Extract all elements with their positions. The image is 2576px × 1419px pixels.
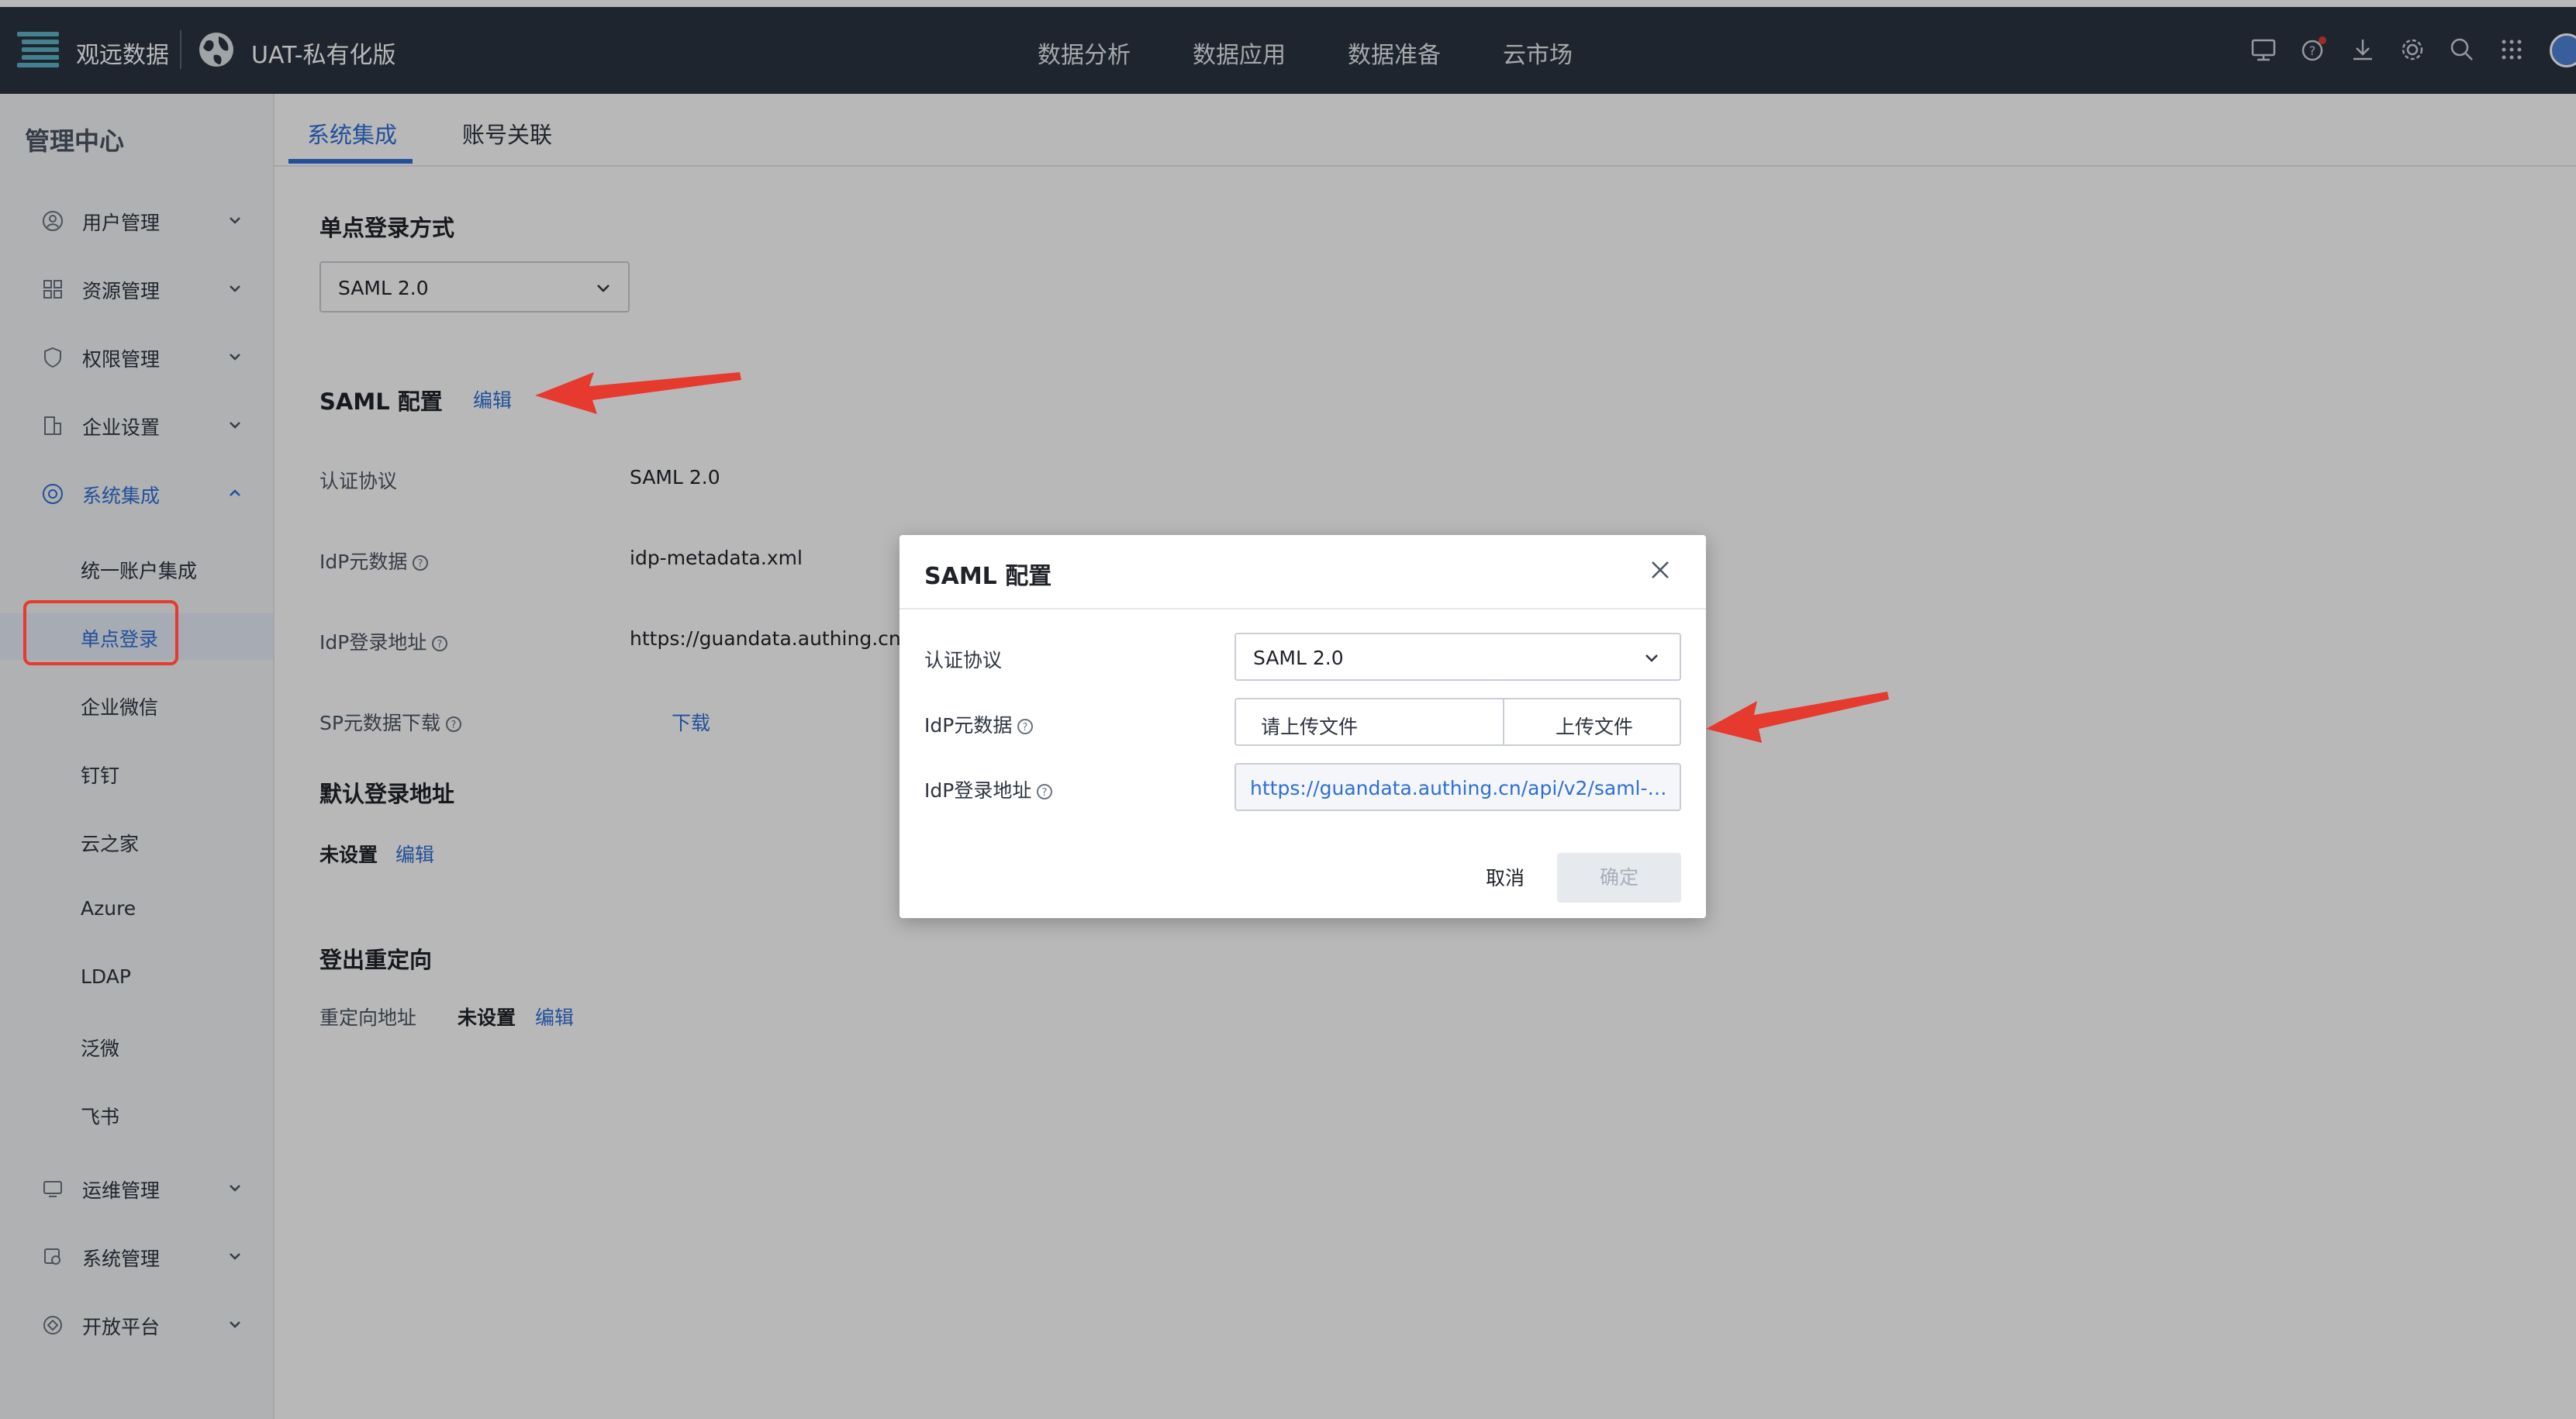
idp-login-url: https://guandata.authing.cn/api/v2/saml-… [1250,777,1669,799]
modal-idp-login-input[interactable]: https://guandata.authing.cn/api/v2/saml-… [1234,763,1681,811]
modal-title: SAML 配置 [924,563,1052,590]
modal-header: SAML 配置 [900,535,1706,609]
modal-protocol-value: SAML 2.0 [1253,647,1344,669]
modal-protocol-select[interactable]: SAML 2.0 [1234,633,1681,681]
close-icon[interactable] [1647,557,1673,583]
modal-idp-metadata-label: IdP元数据? [924,710,1034,738]
help-circle-icon: ? [1017,719,1034,734]
svg-text:?: ? [1023,722,1028,734]
upload-button-text: 上传文件 [1556,716,1634,738]
modal-label-text: IdP元数据 [924,714,1013,737]
svg-text:?: ? [1042,787,1048,799]
modal-protocol-label: 认证协议 [924,649,1003,672]
upload-placeholder-text: 请上传文件 [1261,716,1359,738]
upload-placeholder: 请上传文件 [1236,699,1504,744]
help-circle-icon: ? [1037,784,1053,799]
modal-idp-login-label: IdP登录地址? [924,775,1053,803]
chevron-down-icon [1645,654,1658,662]
confirm-button[interactable]: 确定 [1557,853,1681,903]
upload-file-button[interactable]: 上传文件 [1504,699,1680,744]
cancel-button[interactable]: 取消 [1453,855,1557,903]
saml-config-modal: SAML 配置 认证协议 SAML 2.0 IdP元数据? 请上传文件 上传文件… [900,535,1706,918]
modal-upload-group: 请上传文件 上传文件 [1234,698,1681,746]
modal-label-text: IdP登录地址 [924,779,1032,802]
